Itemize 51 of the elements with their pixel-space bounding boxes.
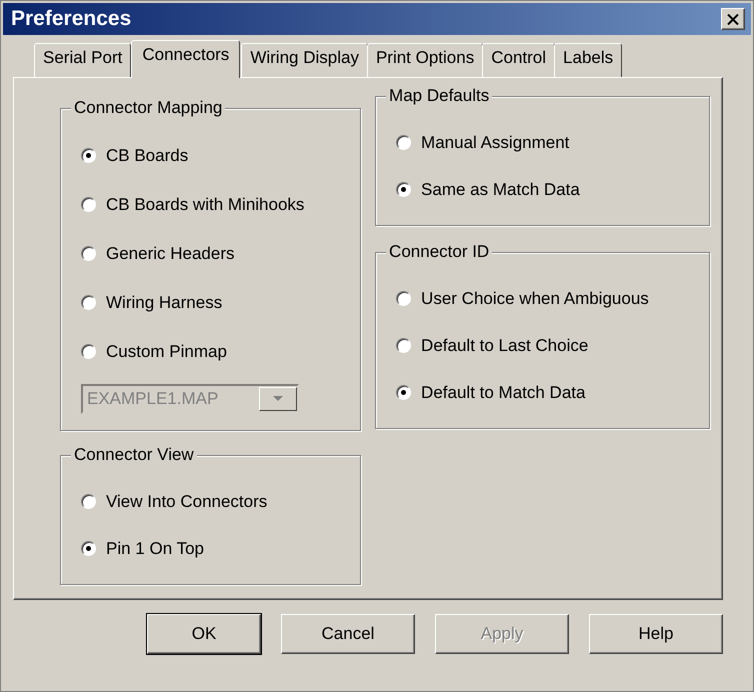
dialog-button[interactable]: OK — [147, 614, 261, 654]
radio-option[interactable]: Generic Headers — [81, 229, 235, 278]
radio-option[interactable]: CB Boards — [81, 131, 188, 180]
close-icon — [727, 14, 739, 24]
radio-button[interactable] — [81, 246, 96, 261]
radio-button[interactable] — [81, 197, 96, 212]
tab[interactable]: Labels — [554, 43, 622, 77]
radio-button[interactable] — [396, 385, 412, 400]
option-label: User Choice when Ambiguous — [421, 288, 649, 308]
dialog-button[interactable]: Cancel — [281, 614, 415, 654]
radio-option[interactable]: Manual Assignment — [396, 119, 570, 166]
caret-icon — [273, 396, 283, 402]
group-title: Connector Mapping — [71, 98, 226, 118]
tab[interactable]: Connectors — [131, 40, 240, 78]
option-label: View Into Connectors — [106, 492, 268, 512]
tab[interactable]: Control — [482, 43, 556, 77]
radio-button[interactable] — [396, 291, 412, 306]
radio-option[interactable]: Wiring Harness — [81, 278, 222, 327]
dialog-button[interactable]: Help — [589, 614, 723, 654]
option-label: Pin 1 On Top — [106, 538, 204, 558]
tab[interactable]: Wiring Display — [241, 43, 368, 77]
radio-option[interactable]: User Choice when Ambiguous — [396, 275, 649, 322]
radio-option[interactable]: Same as Match Data — [396, 166, 580, 213]
option-label: CB Boards — [106, 146, 188, 166]
window-title: Preferences — [11, 7, 132, 31]
option-label: Manual Assignment — [421, 132, 570, 152]
radio-option[interactable]: Default to Match Data — [396, 369, 586, 416]
dropdown-value: EXAMPLE1.MAP — [87, 389, 218, 409]
group-title: Map Defaults — [386, 86, 492, 106]
radio-button[interactable] — [81, 344, 96, 359]
radio-button[interactable] — [396, 338, 412, 353]
radio-option[interactable]: Custom Pinmap — [81, 327, 227, 376]
radio-button[interactable] — [81, 148, 96, 163]
option-label: Custom Pinmap — [106, 342, 227, 362]
option-label: Wiring Harness — [106, 292, 222, 312]
option-label: Same as Match Data — [421, 180, 580, 200]
close-button[interactable] — [721, 8, 745, 30]
radio-button[interactable] — [81, 494, 96, 509]
option-label: Default to Last Choice — [421, 336, 588, 356]
radio-option[interactable]: View Into Connectors — [81, 478, 268, 525]
option-label: Default to Match Data — [421, 382, 586, 402]
radio-button[interactable] — [396, 182, 412, 197]
tab[interactable]: Print Options — [366, 43, 484, 77]
radio-button[interactable] — [396, 135, 412, 150]
option-label: Generic Headers — [106, 244, 235, 264]
radio-button[interactable] — [81, 295, 96, 310]
radio-option[interactable]: CB Boards with Minihooks — [81, 180, 304, 229]
option-label: CB Boards with Minihooks — [106, 194, 304, 214]
radio-option[interactable]: Default to Last Choice — [396, 322, 588, 369]
radio-button[interactable] — [81, 541, 96, 556]
radio-option[interactable]: Pin 1 On Top — [81, 525, 204, 572]
